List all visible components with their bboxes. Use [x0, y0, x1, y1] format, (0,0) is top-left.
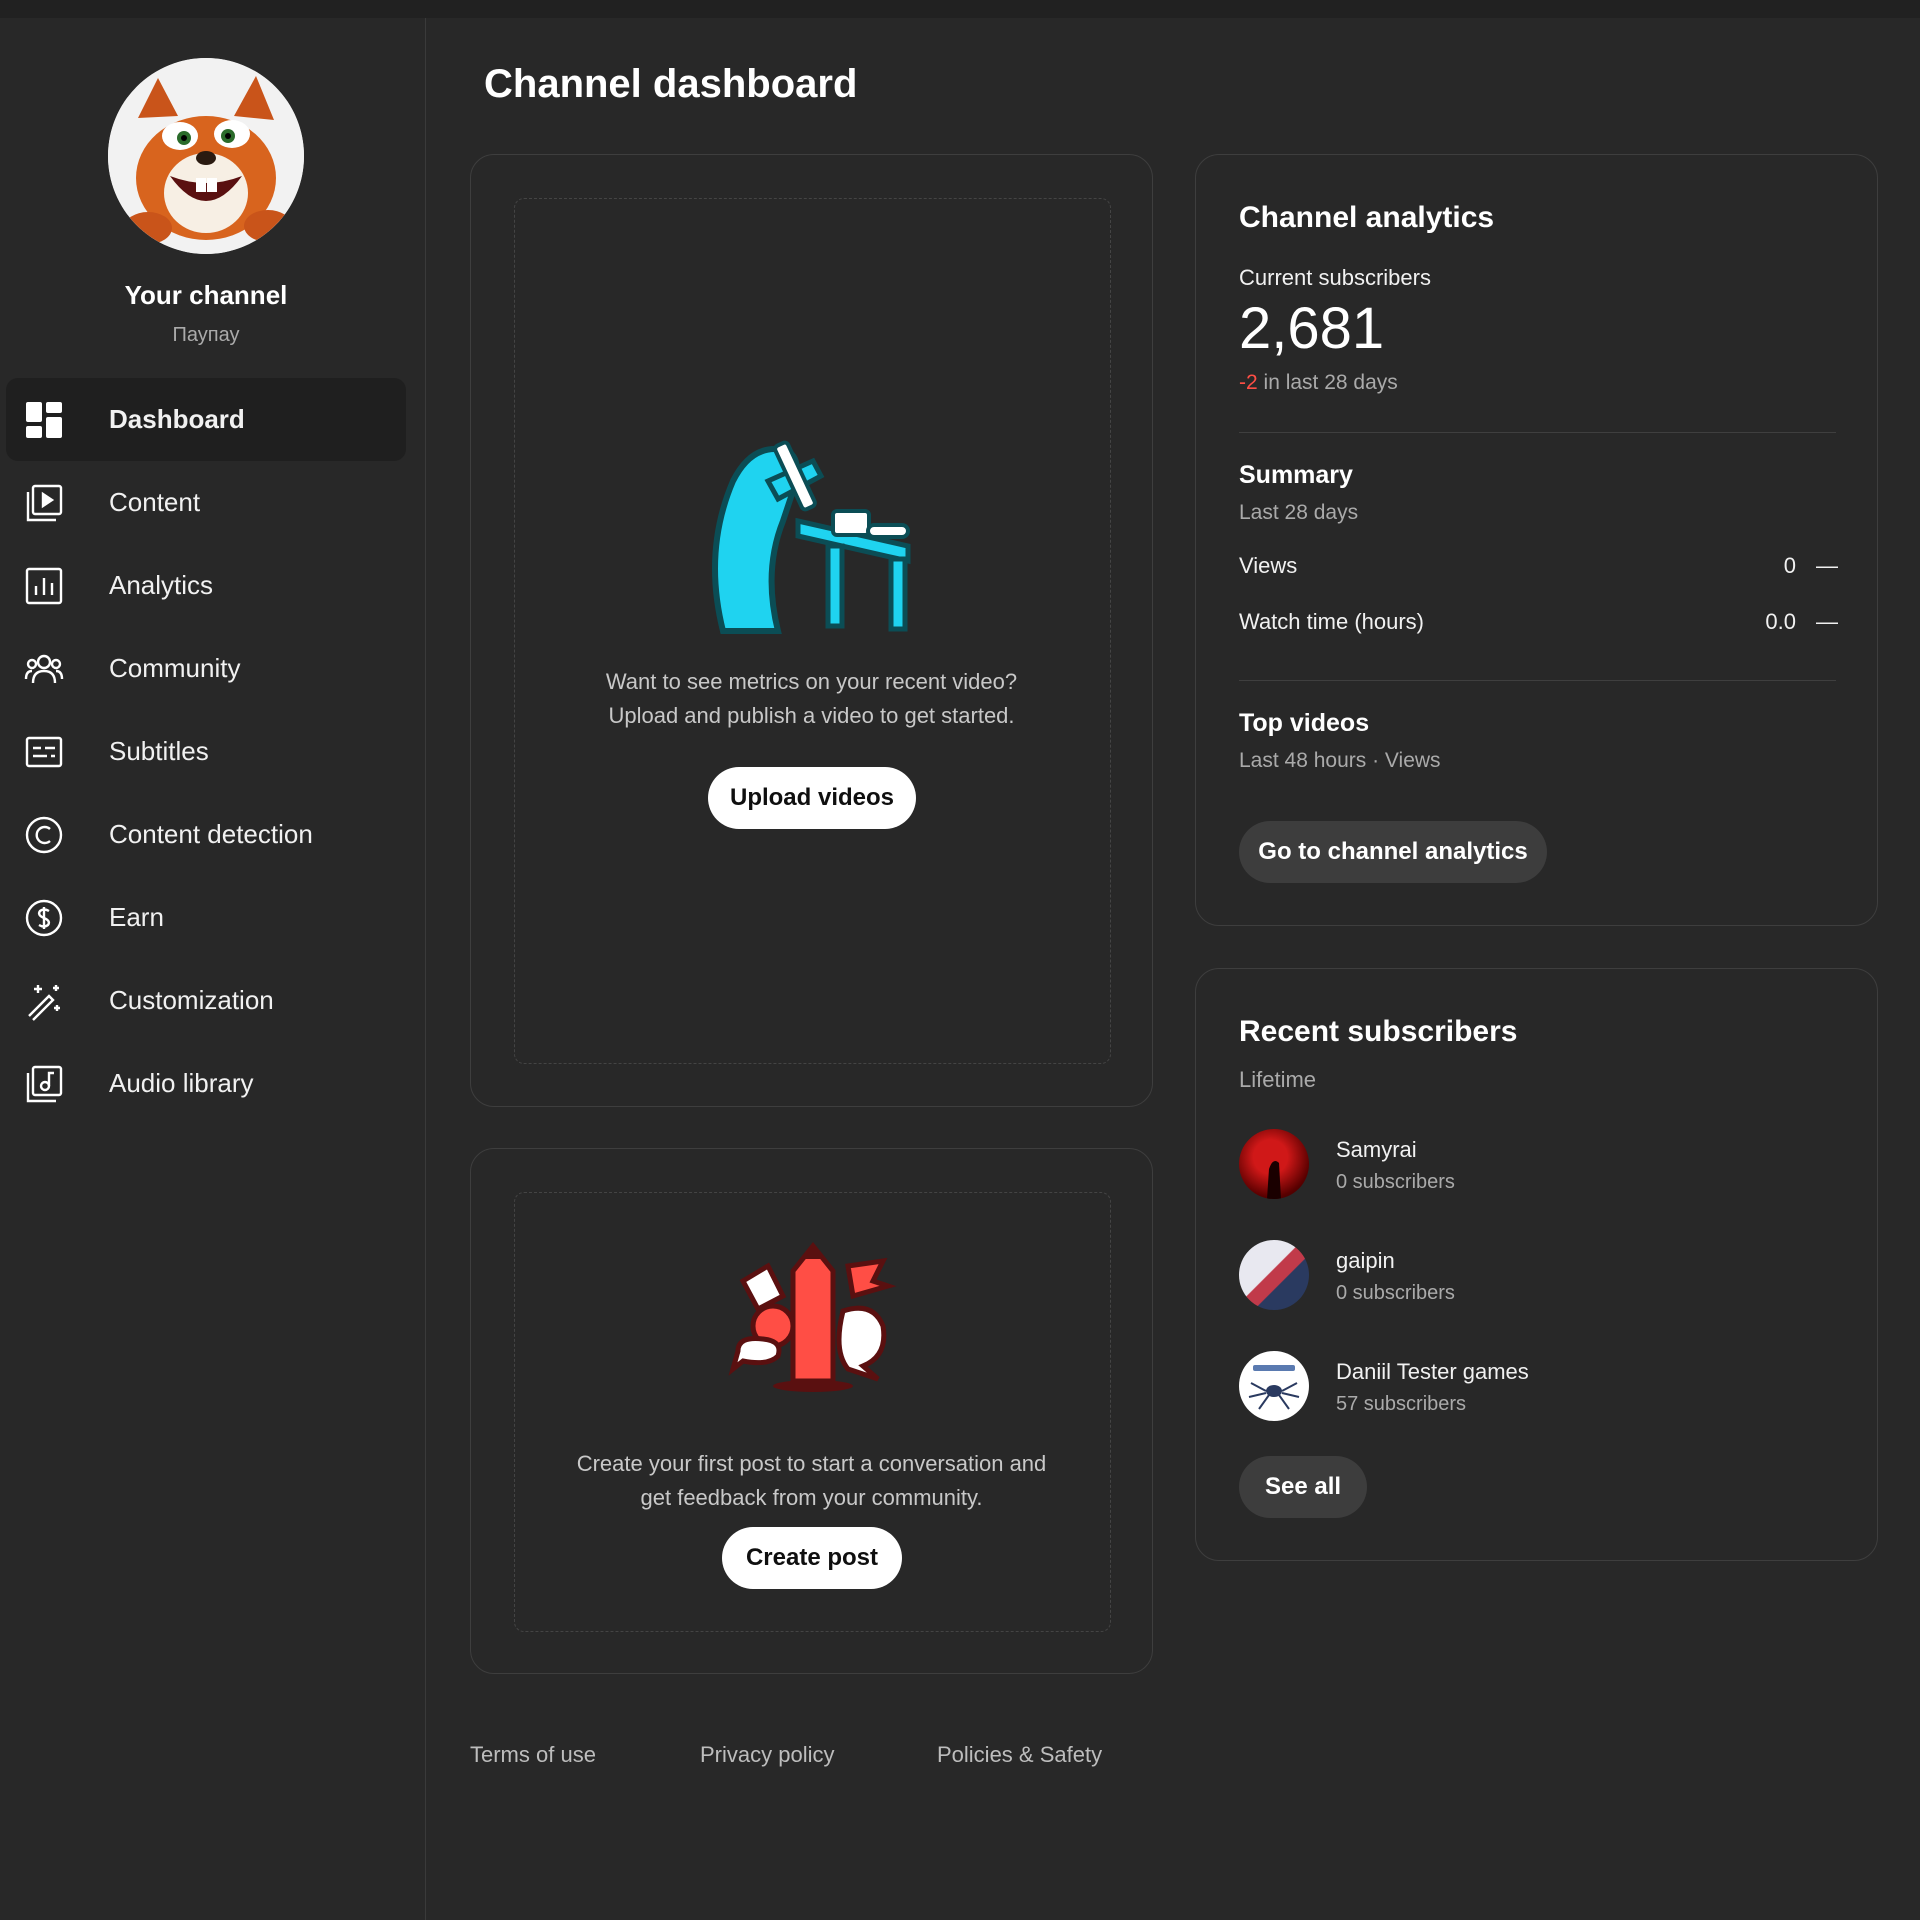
- channel-analytics-card: Channel analytics Current subscribers 2,…: [1195, 154, 1878, 926]
- sidebar: Your channel Паупау Dashboard Content An…: [0, 18, 426, 1920]
- sidebar-item-subtitles[interactable]: Subtitles: [6, 710, 406, 793]
- subscriber-item[interactable]: Daniil Tester games 57 subscribers: [1239, 1351, 1836, 1423]
- policies-safety-link[interactable]: Policies & Safety: [937, 1742, 1102, 1768]
- create-post-card: Create your first post to start a conver…: [470, 1148, 1153, 1674]
- subscriber-count: 0 subscribers: [1336, 1282, 1455, 1304]
- subscriber-name: gaipin: [1336, 1248, 1395, 1273]
- subscriber-avatar: [1239, 1129, 1309, 1199]
- views-label: Views: [1239, 553, 1298, 578]
- top-bar: [0, 0, 1920, 18]
- views-trend-icon: —: [1816, 553, 1838, 578]
- sidebar-item-label: Audio library: [109, 1068, 254, 1098]
- recent-subscribers-title: Recent subscribers: [1239, 1015, 1518, 1048]
- sidebar-item-customization[interactable]: Customization: [6, 959, 406, 1042]
- sidebar-item-label: Community: [109, 653, 241, 683]
- divider: [1239, 680, 1836, 681]
- create-post-button[interactable]: Create post: [722, 1527, 902, 1589]
- sidebar-item-label: Dashboard: [109, 404, 245, 434]
- watch-time-trend-icon: —: [1816, 609, 1838, 634]
- subscribers-change-value: -2: [1239, 371, 1258, 394]
- post-prompt-line1: Create your first post to start a conver…: [576, 1451, 1047, 1476]
- recent-subscribers-period: Lifetime: [1239, 1067, 1317, 1092]
- audio-library-icon: [26, 1065, 63, 1103]
- summary-title: Summary: [1239, 461, 1353, 489]
- subscribers-change: -2 in last 28 days: [1239, 371, 1398, 395]
- views-value: 0: [1783, 553, 1796, 578]
- content-icon: [26, 484, 63, 522]
- top-videos-title: Top videos: [1239, 709, 1370, 737]
- channel-handle: Паупау: [172, 324, 240, 346]
- sidebar-item-label: Content: [109, 487, 201, 517]
- divider: [1239, 432, 1836, 433]
- upload-prompt-line1: Want to see metrics on your recent video…: [605, 669, 1018, 694]
- summary-period: Last 28 days: [1239, 501, 1359, 524]
- upload-prompt-line2: Upload and publish a video to get starte…: [608, 703, 1015, 728]
- subscriber-item[interactable]: gaipin 0 subscribers: [1239, 1240, 1836, 1312]
- subscriber-count: 57 subscribers: [1336, 1393, 1467, 1415]
- silhouette-icon: [1267, 1161, 1281, 1199]
- go-to-analytics-button[interactable]: Go to channel analytics: [1239, 821, 1547, 883]
- sidebar-item-label: Analytics: [109, 570, 214, 600]
- subscribers-change-suffix: in last 28 days: [1257, 371, 1398, 394]
- subscriber-avatar: [1239, 1240, 1309, 1310]
- analytics-title: Channel analytics: [1239, 201, 1495, 234]
- community-icon: [24, 654, 64, 684]
- sidebar-item-content-detection[interactable]: Content detection: [6, 793, 406, 876]
- copyright-icon: [25, 816, 63, 854]
- spider-icon: [1248, 1365, 1300, 1410]
- subscriber-item[interactable]: Samyrai 0 subscribers: [1239, 1129, 1836, 1201]
- dollar-icon: [25, 899, 63, 937]
- subtitles-icon: [25, 736, 63, 768]
- watch-time-label: Watch time (hours): [1239, 609, 1425, 634]
- channel-avatar[interactable]: [108, 58, 304, 254]
- see-all-button[interactable]: See all: [1239, 1456, 1367, 1518]
- subscribers-count: 2,681: [1239, 296, 1385, 361]
- analytics-icon: [25, 567, 63, 605]
- sidebar-item-label: Customization: [109, 985, 274, 1015]
- sidebar-item-label: Content detection: [109, 819, 313, 849]
- privacy-policy-link[interactable]: Privacy policy: [700, 1742, 834, 1768]
- upload-video-card: Want to see metrics on your recent video…: [470, 154, 1153, 1107]
- dashboard-icon: [26, 402, 62, 438]
- upload-videos-button[interactable]: Upload videos: [708, 767, 916, 829]
- subscribers-label: Current subscribers: [1239, 265, 1431, 290]
- magic-wand-icon: [28, 985, 60, 1021]
- terms-of-use-link[interactable]: Terms of use: [470, 1742, 596, 1768]
- sidebar-item-dashboard[interactable]: Dashboard: [6, 378, 406, 461]
- sidebar-item-analytics[interactable]: Analytics: [6, 544, 406, 627]
- squirrel-avatar-icon: [108, 58, 304, 254]
- top-videos-period: Last 48 hours · Views: [1239, 749, 1441, 772]
- channel-title: Your channel: [124, 280, 288, 310]
- post-illustration-icon: [728, 1241, 897, 1392]
- subscriber-name: Samyrai: [1336, 1137, 1417, 1162]
- watch-time-value: 0.0: [1765, 609, 1796, 634]
- sidebar-item-content[interactable]: Content: [6, 461, 406, 544]
- sidebar-item-label: Subtitles: [109, 736, 209, 766]
- subscriber-name: Daniil Tester games: [1336, 1359, 1529, 1384]
- sidebar-item-label: Earn: [109, 902, 164, 932]
- post-prompt-line2: get feedback from your community.: [640, 1485, 983, 1510]
- upload-illustration-icon: [712, 440, 911, 634]
- sidebar-item-earn[interactable]: Earn: [6, 876, 406, 959]
- subscriber-count: 0 subscribers: [1336, 1171, 1455, 1193]
- sidebar-item-community[interactable]: Community: [6, 627, 406, 710]
- recent-subscribers-card: Recent subscribers Lifetime Samyrai 0 su…: [1195, 968, 1878, 1561]
- subscriber-avatar: [1239, 1351, 1309, 1421]
- page-title: Channel dashboard: [484, 62, 858, 106]
- sidebar-nav: Dashboard Content Analytics Community Su…: [6, 378, 406, 1125]
- sidebar-item-audio-library[interactable]: Audio library: [6, 1042, 406, 1125]
